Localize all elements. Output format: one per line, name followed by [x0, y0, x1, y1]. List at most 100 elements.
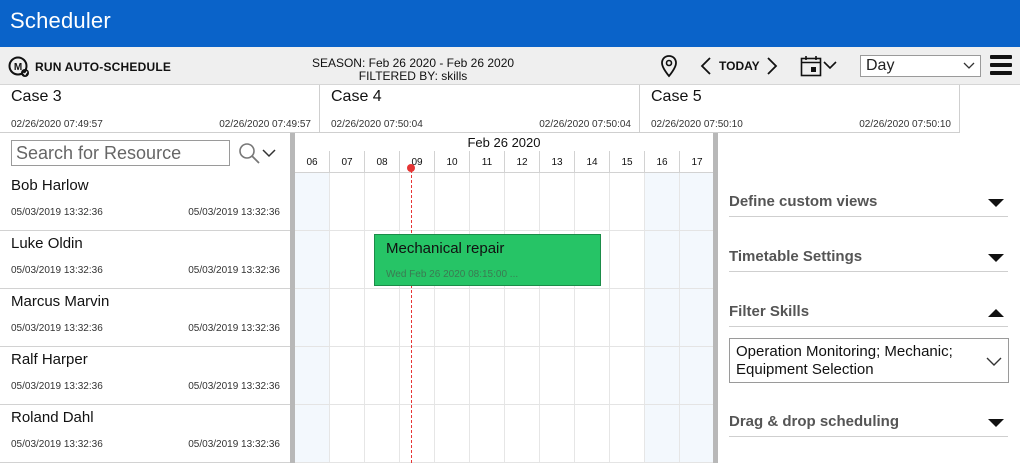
- hamburger-menu-icon[interactable]: [990, 55, 1012, 75]
- case-start: 02/26/2020 07:50:04: [331, 119, 423, 130]
- hour-label: 12: [505, 151, 540, 173]
- resource-name: Bob Harlow: [11, 177, 89, 194]
- resource-row[interactable]: Marcus Marvin 05/03/2019 13:32:36 05/03/…: [0, 289, 292, 347]
- resource-start: 05/03/2019 13:32:36: [11, 439, 103, 450]
- event-mechanical-repair[interactable]: Mechanical repair Wed Feb 26 2020 08:15:…: [374, 234, 601, 286]
- season-info: SEASON: Feb 26 2020 - Feb 26 2020 FILTER…: [280, 57, 546, 83]
- chevron-down-icon[interactable]: [823, 60, 837, 70]
- view-mode-value: Day: [866, 57, 895, 74]
- chevron-down-icon: [963, 62, 975, 69]
- filter-info: FILTERED BY: skills: [358, 69, 468, 83]
- hour-column: [470, 173, 505, 463]
- case-card[interactable]: Case 5 02/26/2020 07:50:10 02/26/2020 07…: [640, 85, 960, 133]
- case-card[interactable]: Case 3 02/26/2020 07:49:57 02/26/2020 07…: [0, 85, 320, 133]
- row-divider: [295, 404, 713, 405]
- case-name: Case 5: [651, 88, 702, 105]
- skills-filter-value: Operation Monitoring; Mechanic; Equipmen…: [736, 343, 953, 378]
- skills-filter-select[interactable]: Operation Monitoring; Mechanic; Equipmen…: [729, 338, 1009, 383]
- hour-label: 10: [435, 151, 470, 173]
- case-name: Case 4: [331, 88, 382, 105]
- svg-text:M: M: [14, 62, 22, 73]
- hour-column: [645, 173, 680, 463]
- hour-label: 09: [400, 151, 435, 173]
- case-start: 02/26/2020 07:50:10: [651, 119, 743, 130]
- chevron-down-icon: [986, 357, 1002, 366]
- resource-list: Search for Resource Bob Harlow 05/03/201…: [0, 133, 292, 463]
- chevron-right-icon[interactable]: [766, 57, 778, 75]
- resource-end: 05/03/2019 13:32:36: [188, 265, 280, 276]
- hour-column: [295, 173, 330, 463]
- case-end: 02/26/2020 07:49:57: [219, 119, 311, 130]
- resource-row[interactable]: Roland Dahl 05/03/2019 13:32:36 05/03/20…: [0, 405, 292, 463]
- chevron-down-icon[interactable]: [262, 148, 276, 158]
- title-bar: Scheduler: [0, 0, 1020, 47]
- resource-end: 05/03/2019 13:32:36: [188, 323, 280, 334]
- toolbar: M RUN AUTO-SCHEDULE SEASON: Feb 26 2020 …: [0, 47, 1020, 85]
- view-mode-select[interactable]: Day: [860, 55, 981, 77]
- run-auto-schedule-button[interactable]: M RUN AUTO-SCHEDULE: [8, 56, 171, 78]
- hour-column: [505, 173, 540, 463]
- resource-name: Luke Oldin: [11, 235, 83, 252]
- resource-start: 05/03/2019 13:32:36: [11, 381, 103, 392]
- resource-end: 05/03/2019 13:32:36: [188, 439, 280, 450]
- section-label: Filter Skills: [729, 303, 810, 320]
- search-input[interactable]: Search for Resource: [11, 140, 230, 166]
- resource-name: Roland Dahl: [11, 409, 94, 426]
- drag-drop-scheduling-section[interactable]: Drag & drop scheduling: [729, 405, 1008, 437]
- hour-label: 06: [295, 151, 330, 173]
- timetable-settings-section[interactable]: Timetable Settings: [729, 240, 1008, 272]
- hour-column: [330, 173, 365, 463]
- triangle-down-icon: [988, 254, 1004, 262]
- chevron-left-icon[interactable]: [700, 57, 712, 75]
- hour-label: 07: [330, 151, 365, 173]
- resource-start: 05/03/2019 13:32:36: [11, 323, 103, 334]
- hour-label: 13: [540, 151, 575, 173]
- m-logo-icon: M: [8, 56, 29, 77]
- hour-column: [435, 173, 470, 463]
- hour-label: 14: [575, 151, 610, 173]
- resource-start: 05/03/2019 13:32:36: [11, 265, 103, 276]
- section-label: Drag & drop scheduling: [729, 413, 900, 430]
- hour-label: 17: [680, 151, 713, 173]
- resource-row[interactable]: Bob Harlow 05/03/2019 13:32:36 05/03/201…: [0, 173, 292, 231]
- today-button[interactable]: TODAY: [719, 59, 760, 73]
- event-title: Mechanical repair: [386, 240, 505, 257]
- calendar-icon[interactable]: [800, 55, 822, 77]
- timeline-body[interactable]: [295, 173, 713, 463]
- filter-skills-section[interactable]: Filter Skills: [729, 295, 1008, 327]
- section-label: Timetable Settings: [729, 248, 863, 265]
- timeline-grid: Feb 26 2020 06 07 08 09 10 11 12 13 14 15 16 17 Mec…: [295, 133, 713, 463]
- location-pin-icon[interactable]: [660, 54, 678, 78]
- resource-row[interactable]: Ralf Harper 05/03/2019 13:32:36 05/03/20…: [0, 347, 292, 405]
- define-custom-views-section[interactable]: Define custom views: [729, 185, 1008, 217]
- row-divider: [295, 346, 713, 347]
- hour-label: 08: [365, 151, 400, 173]
- hour-column: [610, 173, 645, 463]
- row-divider: [295, 288, 713, 289]
- hour-column: [540, 173, 575, 463]
- hour-label: 16: [645, 151, 680, 173]
- current-time-line: [411, 165, 412, 463]
- hour-header: 06 07 08 09 10 11 12 13 14 15 16 17: [295, 151, 713, 173]
- hour-column: [400, 173, 435, 463]
- case-card[interactable]: Case 4 02/26/2020 07:50:04 02/26/2020 07…: [320, 85, 640, 133]
- resource-name: Ralf Harper: [11, 351, 88, 368]
- resource-end: 05/03/2019 13:32:36: [188, 381, 280, 392]
- resource-row[interactable]: Luke Oldin 05/03/2019 13:32:36 05/03/201…: [0, 231, 292, 289]
- case-name: Case 3: [11, 88, 62, 105]
- row-divider: [295, 230, 713, 231]
- triangle-down-icon: [988, 419, 1004, 427]
- section-label: Define custom views: [729, 193, 878, 210]
- hour-label: 15: [610, 151, 645, 173]
- hour-column: [365, 173, 400, 463]
- timeline-date: Feb 26 2020: [467, 135, 541, 150]
- app-title: Scheduler: [10, 8, 111, 33]
- hour-label: 11: [470, 151, 505, 173]
- resource-name: Marcus Marvin: [11, 293, 110, 310]
- case-strip: Case 3 02/26/2020 07:49:57 02/26/2020 07…: [0, 85, 1020, 133]
- resource-end: 05/03/2019 13:32:36: [188, 207, 280, 218]
- search-icon[interactable]: [238, 142, 260, 164]
- current-time-marker: [407, 164, 415, 172]
- case-end: 02/26/2020 07:50:04: [539, 119, 631, 130]
- case-start: 02/26/2020 07:49:57: [11, 119, 103, 130]
